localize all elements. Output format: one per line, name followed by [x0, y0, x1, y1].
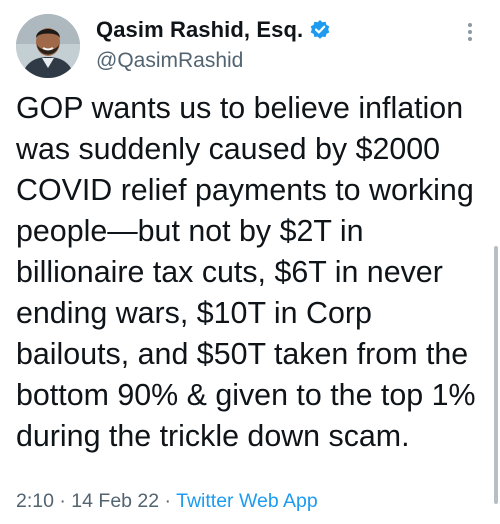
tweet-time[interactable]: 2:10 [16, 490, 54, 512]
avatar[interactable] [16, 14, 80, 78]
meta-separator: · [164, 490, 172, 512]
tweet-card: Qasim Rashid, Esq. @QasimRashid GOP want… [0, 0, 500, 524]
tweet-date[interactable]: 14 Feb 22 [71, 490, 159, 512]
tweet-source-link[interactable]: Twitter Web App [176, 490, 318, 512]
user-handle[interactable]: @QasimRashid [96, 49, 331, 73]
more-options-icon[interactable] [460, 20, 480, 50]
verified-badge-icon [309, 19, 331, 41]
tweet-header: Qasim Rashid, Esq. @QasimRashid [16, 14, 484, 78]
meta-separator: · [59, 490, 66, 512]
display-name-row: Qasim Rashid, Esq. [96, 16, 331, 44]
tweet-meta: 2:10 · 14 Feb 22 · Twitter Web App [16, 490, 318, 513]
display-name[interactable]: Qasim Rashid, Esq. [96, 17, 303, 43]
author-names: Qasim Rashid, Esq. @QasimRashid [96, 16, 331, 73]
avatar-image [16, 14, 80, 78]
scrollbar[interactable] [494, 246, 498, 504]
tweet-text: GOP wants us to believe inflation was su… [16, 91, 476, 453]
